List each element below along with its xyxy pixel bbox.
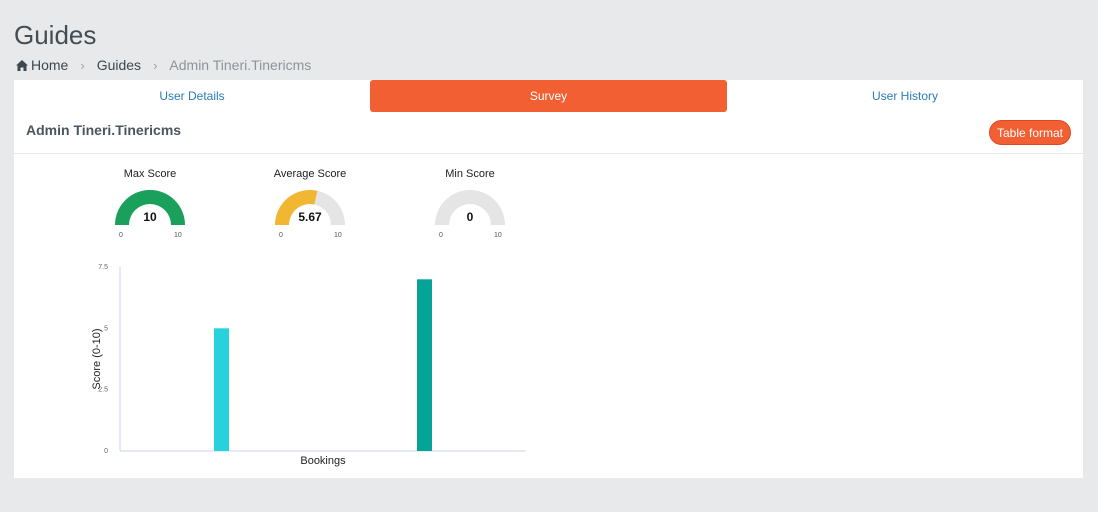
bar xyxy=(214,328,229,451)
gauge-title: Average Score xyxy=(273,168,347,180)
y-axis-title: Score (0-10) xyxy=(91,328,103,389)
tab-user-history[interactable]: User History xyxy=(727,80,1083,112)
gauge-max-label: 10 xyxy=(334,232,342,239)
gauge-value: 0 xyxy=(466,210,474,224)
page-title: Guides xyxy=(14,20,97,50)
breadcrumb-home-label: Home xyxy=(31,57,69,73)
tab-bar: User Details Survey User History xyxy=(14,80,1083,112)
user-name-heading: Admin Tineri.Tinericms xyxy=(26,122,182,138)
gauge-max-label: 10 xyxy=(174,232,182,239)
tab-survey[interactable]: Survey xyxy=(370,80,727,112)
breadcrumb-current: Admin Tineri.Tinericms xyxy=(169,57,312,73)
score-bar-chart: 02.557.5BookingsScore (0-10) xyxy=(91,264,526,467)
tab-user-details[interactable]: User Details xyxy=(14,80,370,112)
gauge-min-label: 0 xyxy=(279,232,283,239)
chevron-right-icon: › xyxy=(153,57,158,73)
gauge-value: 10 xyxy=(143,210,157,224)
gauge-title: Max Score xyxy=(123,168,177,180)
gauge-dial xyxy=(435,190,505,225)
gauge-min-label: 0 xyxy=(119,232,123,239)
gauge-dial xyxy=(275,189,345,225)
gauge-min-label: 0 xyxy=(439,232,443,239)
gauge-value: 5.67 xyxy=(298,210,322,224)
y-tick-label: 0 xyxy=(104,448,108,455)
gauge-dial xyxy=(115,190,185,225)
gauge-max-label: 10 xyxy=(494,232,502,239)
breadcrumb: Home › Guides › Admin Tineri.Tinericms xyxy=(16,57,311,73)
x-axis-title: Bookings xyxy=(300,455,346,467)
gauge-title: Min Score xyxy=(445,168,495,180)
table-format-button[interactable]: Table format xyxy=(989,120,1071,145)
gauge-average-score: Average Score 5.67 0 10 xyxy=(260,168,360,239)
home-icon xyxy=(16,60,28,71)
chevron-right-icon: › xyxy=(80,57,85,73)
breadcrumb-home[interactable]: Home xyxy=(16,57,68,73)
gauge-min-score: Min Score 0 0 10 xyxy=(420,168,520,239)
bar xyxy=(417,279,432,451)
y-tick-label: 5 xyxy=(104,325,108,332)
gauge-max-score: Max Score 10 0 10 xyxy=(100,168,200,239)
y-tick-label: 7.5 xyxy=(98,264,108,271)
divider xyxy=(14,153,1083,154)
guide-panel: User Details Survey User History Admin T… xyxy=(14,80,1083,478)
breadcrumb-guides[interactable]: Guides xyxy=(97,57,141,73)
